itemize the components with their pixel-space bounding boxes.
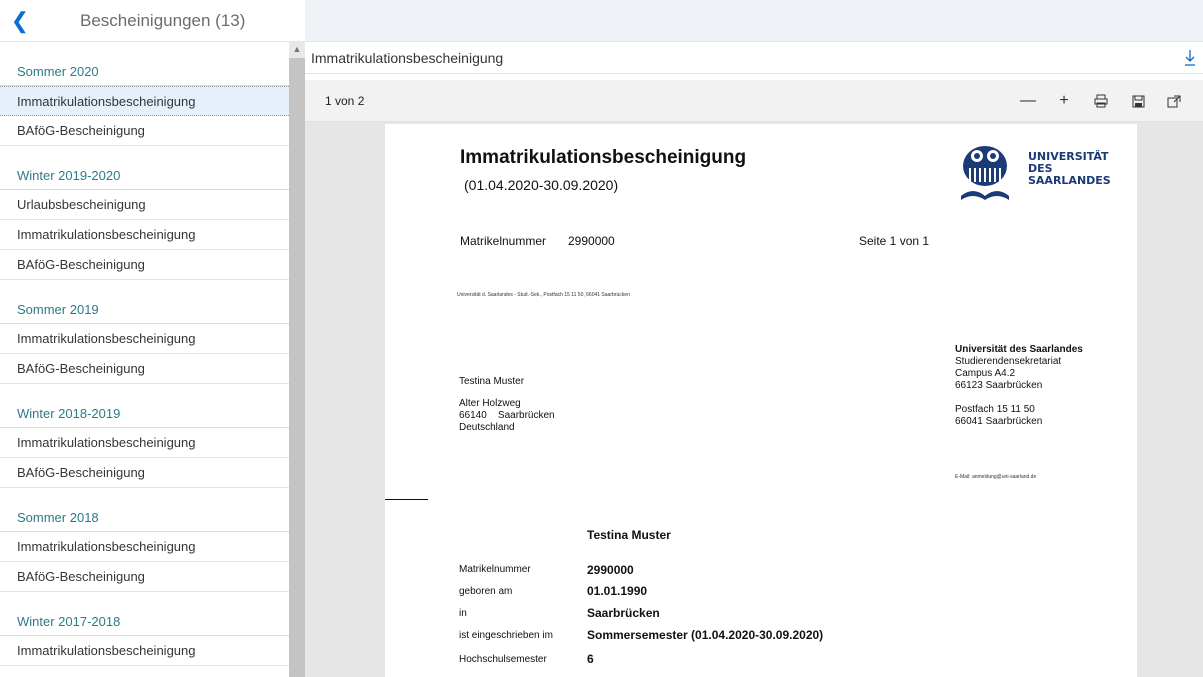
download-icon[interactable] bbox=[1183, 48, 1197, 68]
row-label: Hochschulsemester bbox=[459, 654, 547, 665]
certificate-period: (01.04.2020-30.09.2020) bbox=[464, 177, 619, 193]
scrollbar-thumb[interactable] bbox=[289, 58, 305, 677]
list-item[interactable]: Immatrikulationsbescheinigung bbox=[0, 532, 289, 562]
list-item[interactable]: Immatrikulationsbescheinigung bbox=[0, 220, 289, 250]
zoom-out-icon[interactable]: — bbox=[1017, 90, 1039, 112]
recipient-name: Testina Muster bbox=[459, 376, 525, 387]
group-header: Winter 2018-2019 bbox=[0, 384, 289, 428]
list-item[interactable]: BAföG-Bescheinigung bbox=[0, 116, 289, 146]
recipient-address: Alter Holzweg 66140 Saarbrücken Deutschl… bbox=[459, 398, 555, 434]
certificate-list[interactable]: Sommer 2020 Immatrikulationsbescheinigun… bbox=[0, 42, 289, 677]
pdf-page: Immatrikulationsbescheinigung (01.04.202… bbox=[385, 124, 1137, 677]
row-value: 01.01.1990 bbox=[587, 584, 648, 598]
list-item[interactable]: BAföG-Bescheinigung bbox=[0, 458, 289, 488]
address-line: Postfach 15 11 50 bbox=[955, 404, 1035, 415]
back-icon: ❮ bbox=[10, 7, 30, 33]
group-header: Sommer 2020 bbox=[0, 42, 289, 86]
scroll-up-icon[interactable]: ▲ bbox=[289, 42, 305, 56]
document-title-bar: Immatrikulationsbescheinigung bbox=[305, 42, 1203, 74]
save-icon[interactable] bbox=[1127, 90, 1149, 112]
address-line: Studierendensekretariat bbox=[955, 356, 1062, 367]
group-header: Winter 2017-2018 bbox=[0, 592, 289, 636]
list-item[interactable]: Immatrikulationsbescheinigung bbox=[0, 324, 289, 354]
pdf-toolbar: 1 von 2 — + bbox=[305, 80, 1203, 122]
university-email: E-Mail: anmeldung@uni-saarland.de bbox=[955, 474, 1037, 480]
pdf-viewer: 1 von 2 — + Immatrikulationsbescheinigun… bbox=[305, 80, 1203, 677]
detail-pane: Immatrikulationsbescheinigung 1 von 2 — … bbox=[305, 0, 1203, 677]
row-value: 6 bbox=[587, 652, 594, 666]
row-value: Saarbrücken bbox=[587, 606, 660, 620]
list-scrollbar[interactable]: ▲ bbox=[289, 42, 305, 677]
document-title: Immatrikulationsbescheinigung bbox=[311, 49, 504, 66]
university-logo: UNIVERSITÄT DES SAARLANDES bbox=[953, 138, 1123, 208]
address-line: 66041 Saarbrücken bbox=[955, 416, 1043, 427]
group-header: Sommer 2018 bbox=[0, 488, 289, 532]
group-header: Winter 2019-2020 bbox=[0, 146, 289, 190]
page-indicator: 1 von 2 bbox=[325, 93, 365, 108]
row-label: in bbox=[459, 608, 467, 619]
detail-header-band bbox=[305, 0, 1203, 42]
list-item[interactable]: BAföG-Bescheinigung bbox=[0, 562, 289, 592]
master-list-title: Bescheinigungen (13) bbox=[80, 10, 246, 30]
logo-line-3: SAARLANDES bbox=[1028, 174, 1111, 187]
list-item[interactable]: BAföG-Bescheinigung bbox=[0, 354, 289, 384]
list-item[interactable]: Immatrikulationsbescheinigung bbox=[0, 636, 289, 666]
address-line: Deutschland bbox=[459, 422, 515, 433]
student-name: Testina Muster bbox=[587, 528, 671, 542]
list-item[interactable]: Urlaubsbescheinigung bbox=[0, 190, 289, 220]
row-value: Sommersemester (01.04.2020-30.09.2020) bbox=[587, 628, 824, 642]
university-name: Universität des Saarlandes bbox=[955, 344, 1083, 355]
matrikel-value: 2990000 bbox=[568, 234, 615, 248]
open-external-icon[interactable] bbox=[1163, 90, 1185, 112]
list-item[interactable]: Immatrikulationsbescheinigung bbox=[0, 428, 289, 458]
logo-line-1: UNIVERSITÄT bbox=[1028, 149, 1109, 163]
address-line: 66123 Saarbrücken bbox=[955, 380, 1043, 391]
address-line: Alter Holzweg bbox=[459, 398, 521, 409]
sender-line: Universität d. Saarlandes - Stud.-Sek., … bbox=[457, 292, 630, 298]
university-address: Universität des Saarlandes Studierendens… bbox=[955, 344, 1083, 428]
master-list-header: ❮ Bescheinigungen (13) bbox=[0, 0, 305, 42]
list-item[interactable]: BAföG-Bescheinigung bbox=[0, 250, 289, 280]
print-icon[interactable] bbox=[1090, 90, 1112, 112]
row-label: Matrikelnummer bbox=[459, 564, 531, 575]
fold-mark bbox=[385, 499, 428, 500]
row-value: 2990000 bbox=[587, 563, 634, 577]
zoom-in-icon[interactable]: + bbox=[1053, 90, 1075, 112]
page-of-label: Seite 1 von 1 bbox=[859, 234, 930, 248]
master-list-pane: ❮ Bescheinigungen (13) Sommer 2020 Immat… bbox=[0, 0, 305, 677]
list-item[interactable]: Immatrikulationsbescheinigung bbox=[0, 86, 289, 116]
address-line: 66140 Saarbrücken bbox=[459, 410, 555, 421]
row-label: geboren am bbox=[459, 586, 513, 597]
row-label: ist eingeschrieben im bbox=[459, 630, 553, 641]
group-header: Sommer 2019 bbox=[0, 280, 289, 324]
matrikel-label: Matrikelnummer bbox=[460, 234, 547, 248]
address-line: Campus A4.2 bbox=[955, 368, 1016, 379]
certificate-title: Immatrikulationsbescheinigung bbox=[460, 147, 747, 168]
back-button[interactable]: ❮ bbox=[0, 0, 40, 42]
